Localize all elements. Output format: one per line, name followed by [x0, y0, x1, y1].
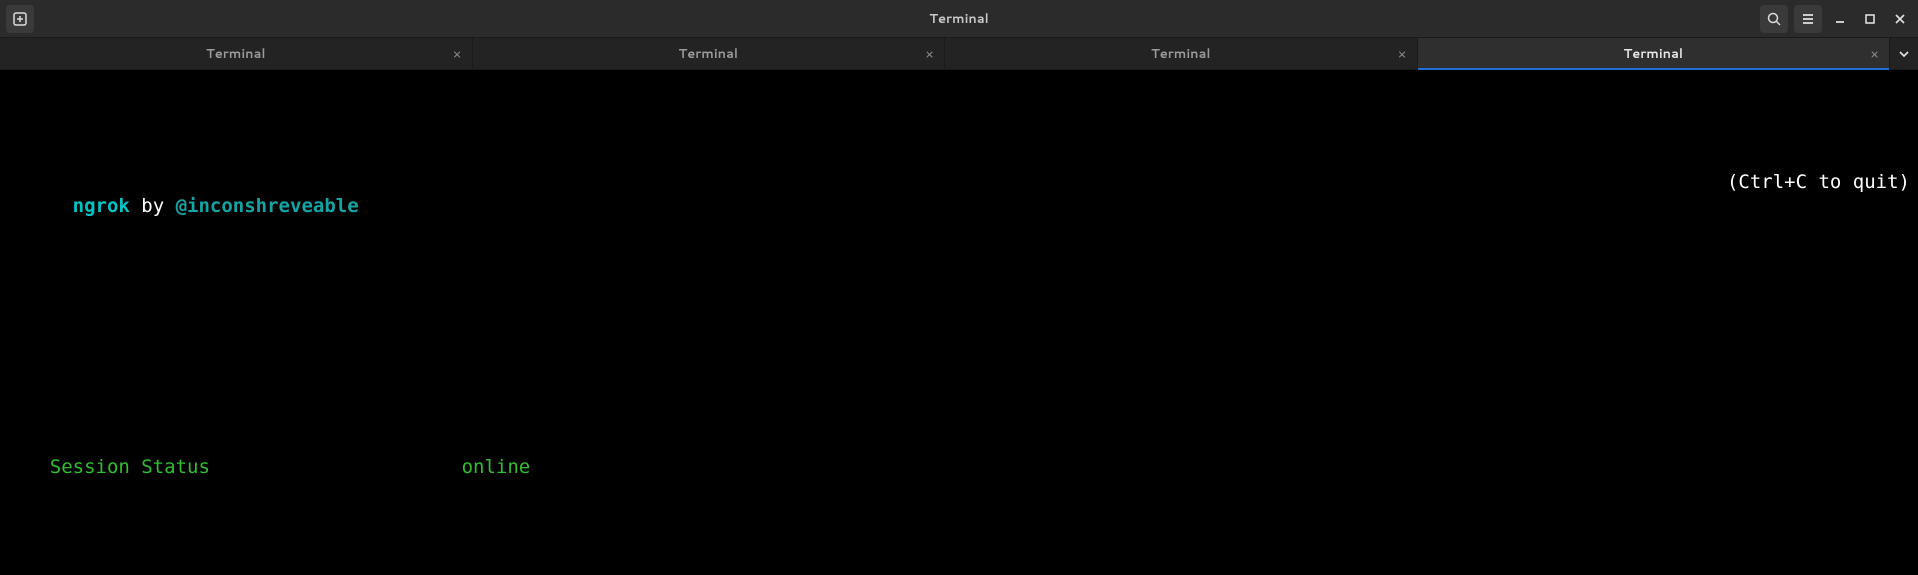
- tab-strip: Terminal × Terminal × Terminal × Termina…: [0, 38, 1918, 70]
- search-icon: [1766, 11, 1782, 27]
- tab-close-icon[interactable]: ×: [1398, 47, 1407, 61]
- terminal-viewport[interactable]: ngrok by @inconshreveable (Ctrl+C to qui…: [0, 70, 1918, 575]
- ngrok-author: @inconshreveable: [176, 195, 359, 217]
- window-title: Terminal: [0, 10, 1918, 28]
- new-tab-button[interactable]: [6, 5, 34, 33]
- tab-close-icon[interactable]: ×: [1870, 47, 1879, 61]
- tab-overflow-button[interactable]: [1890, 38, 1918, 69]
- terminal-tab-4[interactable]: Terminal ×: [1418, 38, 1891, 69]
- tab-label: Terminal: [1151, 45, 1211, 63]
- maximize-button[interactable]: [1858, 7, 1882, 31]
- hamburger-icon: [1800, 11, 1816, 27]
- close-button[interactable]: [1888, 7, 1912, 31]
- chevron-down-icon: [1898, 48, 1910, 60]
- search-button[interactable]: [1760, 5, 1788, 33]
- ngrok-quit-hint: (Ctrl+C to quit): [1727, 171, 1910, 242]
- account-row: AccountLorna Mitchell (Plan: Individual): [4, 551, 1910, 575]
- close-icon: [1894, 13, 1906, 25]
- tab-close-icon[interactable]: ×: [925, 47, 934, 61]
- terminal-tab-1[interactable]: Terminal ×: [0, 38, 473, 69]
- ngrok-banner-line: ngrok by @inconshreveable (Ctrl+C to qui…: [4, 171, 1910, 242]
- session-status-row: Session Statusonline: [4, 432, 1910, 503]
- minimize-button[interactable]: [1828, 7, 1852, 31]
- terminal-tab-3[interactable]: Terminal ×: [945, 38, 1418, 69]
- hamburger-menu-button[interactable]: [1794, 5, 1822, 33]
- session-status-label: Session Status: [50, 456, 462, 480]
- blank-line: [4, 314, 1910, 338]
- new-tab-icon: [12, 11, 28, 27]
- tab-label: Terminal: [678, 45, 738, 63]
- terminal-tab-2[interactable]: Terminal ×: [473, 38, 946, 69]
- ngrok-by: by: [130, 195, 176, 217]
- ngrok-app-name: ngrok: [73, 195, 130, 217]
- tab-close-icon[interactable]: ×: [453, 47, 462, 61]
- session-status-value: online: [462, 456, 531, 478]
- tab-label: Terminal: [206, 45, 266, 63]
- minimize-icon: [1834, 13, 1846, 25]
- window-titlebar: Terminal: [0, 0, 1918, 38]
- tab-label: Terminal: [1623, 45, 1683, 63]
- maximize-icon: [1864, 13, 1876, 25]
